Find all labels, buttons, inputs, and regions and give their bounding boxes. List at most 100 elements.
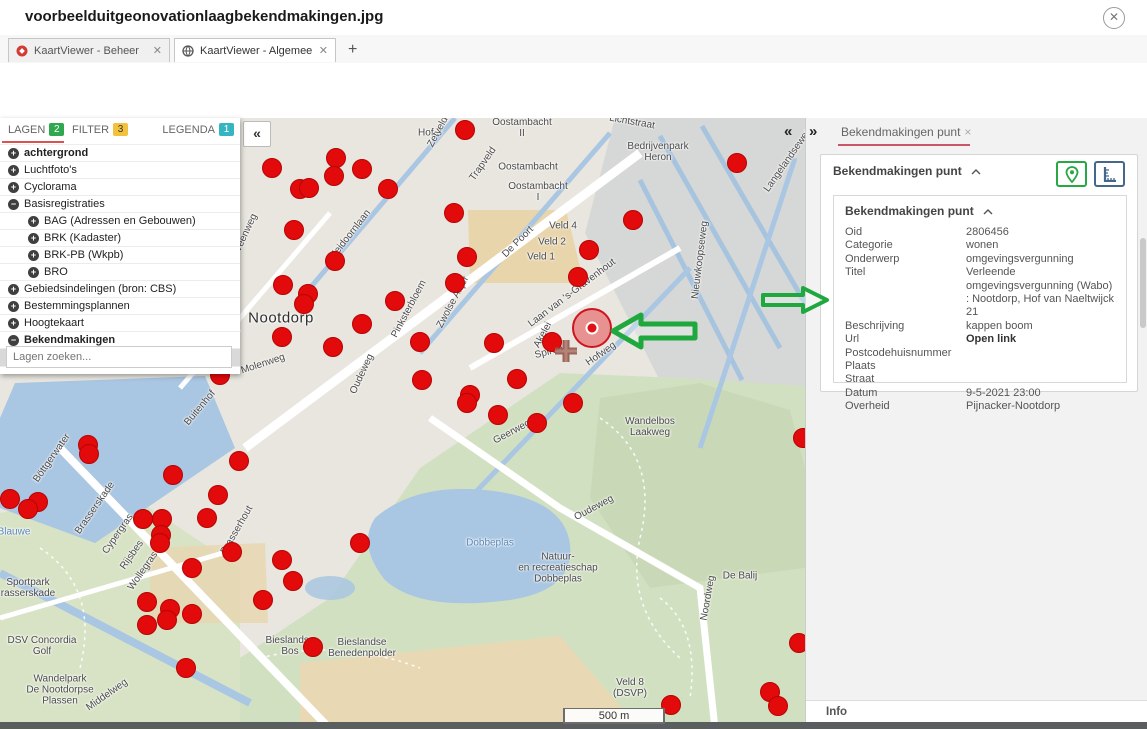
sidebar-collapse-button[interactable]: «	[243, 121, 271, 147]
announcement-dot[interactable]	[208, 485, 228, 505]
chevron-up-icon[interactable]	[983, 209, 993, 215]
layer-collapse-icon[interactable]: −	[8, 335, 19, 346]
announcement-dot[interactable]	[727, 153, 747, 173]
layer-expand-icon[interactable]: +	[28, 216, 39, 227]
layer-expand-icon[interactable]: +	[8, 284, 19, 295]
layer-expand-icon[interactable]: +	[8, 148, 19, 159]
announcement-dot[interactable]	[323, 337, 343, 357]
layer-row[interactable]: +achtergrond	[0, 145, 240, 162]
layer-collapse-icon[interactable]: −	[8, 199, 19, 210]
window-close-icon[interactable]: ✕	[1103, 7, 1125, 29]
announcement-dot[interactable]	[410, 332, 430, 352]
announcement-dot[interactable]	[182, 558, 202, 578]
layer-row[interactable]: +Hoogtekaart	[0, 315, 240, 332]
announcement-dot[interactable]	[272, 327, 292, 347]
announcement-dot[interactable]	[444, 203, 464, 223]
announcement-dot[interactable]	[137, 592, 157, 612]
announcement-dot[interactable]	[455, 120, 475, 140]
announcement-dot[interactable]	[527, 413, 547, 433]
layer-label: Bekendmakingen	[24, 334, 115, 346]
announcement-dot[interactable]	[789, 633, 805, 653]
info-section-header[interactable]: Info	[806, 700, 1147, 722]
announcement-dot[interactable]	[445, 273, 465, 293]
layer-row[interactable]: +BRK-PB (Wkpb)	[0, 247, 240, 264]
tab-filter[interactable]: FILTER 3	[72, 123, 128, 136]
new-tab-icon[interactable]: +	[348, 41, 357, 59]
announcement-dot[interactable]	[568, 267, 588, 287]
announcement-dot[interactable]	[253, 590, 273, 610]
announcement-dot[interactable]	[412, 370, 432, 390]
tab-close-icon[interactable]: ✕	[319, 44, 328, 57]
announcement-dot[interactable]	[222, 542, 242, 562]
layer-row[interactable]: +BRO	[0, 264, 240, 281]
announcement-dot[interactable]	[163, 465, 183, 485]
announcement-dot[interactable]	[326, 148, 346, 168]
layer-expand-icon[interactable]: +	[28, 267, 39, 278]
layer-expand-icon[interactable]: +	[28, 233, 39, 244]
panel-collapse-left-icon[interactable]: «	[784, 123, 792, 140]
announcement-dot[interactable]	[157, 610, 177, 630]
announcement-dot[interactable]	[229, 451, 249, 471]
tab-legenda[interactable]: LEGENDA 1	[162, 123, 234, 136]
announcement-dot[interactable]	[457, 393, 477, 413]
browser-tab-algemeen[interactable]: KaartViewer - Algemeen ✕	[174, 38, 336, 62]
layer-expand-icon[interactable]: +	[28, 250, 39, 261]
announcement-dot[interactable]	[385, 291, 405, 311]
layer-row[interactable]: +BRK (Kadaster)	[0, 230, 240, 247]
tab-lagen[interactable]: LAGEN 2	[8, 123, 64, 136]
layer-row[interactable]: +Cyclorama	[0, 179, 240, 196]
layer-search-input[interactable]	[6, 346, 232, 368]
announcement-dot[interactable]	[352, 159, 372, 179]
announcement-dot[interactable]	[0, 489, 20, 509]
measure-button[interactable]	[1094, 161, 1125, 187]
announcement-dot[interactable]	[303, 637, 323, 657]
announcement-dot[interactable]	[176, 658, 196, 678]
announcement-dot[interactable]	[137, 615, 157, 635]
panel-scrollbar[interactable]	[1140, 238, 1146, 328]
announcement-dot[interactable]	[768, 696, 788, 716]
panel-tab-bekendmakingen-punt[interactable]: Bekendmakingen punt×	[841, 125, 971, 139]
feature-attributes-title: Bekendmakingen punt	[845, 204, 993, 218]
announcement-dot[interactable]	[350, 533, 370, 553]
field-value[interactable]: Open link	[966, 333, 1118, 346]
tab-close-icon[interactable]: ✕	[153, 44, 162, 57]
announcement-dot[interactable]	[299, 178, 319, 198]
announcement-dot[interactable]	[325, 251, 345, 271]
announcement-dot[interactable]	[563, 393, 583, 413]
layer-expand-icon[interactable]: +	[8, 182, 19, 193]
layer-row[interactable]: −Basisregistraties	[0, 196, 240, 213]
announcement-dot[interactable]	[488, 405, 508, 425]
announcement-dot[interactable]	[197, 508, 217, 528]
announcement-dot[interactable]	[182, 604, 202, 624]
announcement-dot[interactable]	[378, 179, 398, 199]
panel-collapse-right-icon[interactable]: »	[809, 123, 817, 140]
announcement-dot[interactable]	[324, 166, 344, 186]
announcement-dot[interactable]	[352, 314, 372, 334]
layer-row[interactable]: +Luchtfoto's	[0, 162, 240, 179]
announcement-dot[interactable]	[623, 210, 643, 230]
announcement-dot[interactable]	[283, 571, 303, 591]
announcement-dot[interactable]	[79, 444, 99, 464]
chevron-up-icon[interactable]	[971, 169, 981, 175]
announcement-dot[interactable]	[133, 509, 153, 529]
panel-tab-close-icon[interactable]: ×	[964, 125, 971, 139]
announcement-dot[interactable]	[579, 240, 599, 260]
announcement-dot[interactable]	[284, 220, 304, 240]
zoom-to-feature-button[interactable]	[1056, 161, 1087, 187]
announcement-dot[interactable]	[457, 247, 477, 267]
announcement-dot[interactable]	[272, 550, 292, 570]
announcement-dot[interactable]	[507, 369, 527, 389]
layer-expand-icon[interactable]: +	[8, 301, 19, 312]
announcement-dot[interactable]	[150, 533, 170, 553]
layer-row[interactable]: +Bestemmingsplannen	[0, 298, 240, 315]
announcement-dot[interactable]	[273, 275, 293, 295]
layer-row[interactable]: +Gebiedsindelingen (bron: CBS)	[0, 281, 240, 298]
announcement-dot[interactable]	[18, 499, 38, 519]
layer-row[interactable]: +BAG (Adressen en Gebouwen)	[0, 213, 240, 230]
layer-expand-icon[interactable]: +	[8, 165, 19, 176]
announcement-dot[interactable]	[294, 294, 314, 314]
browser-tab-beheer[interactable]: KaartViewer - Beheer ✕	[8, 38, 170, 62]
announcement-dot[interactable]	[484, 333, 504, 353]
announcement-dot[interactable]	[262, 158, 282, 178]
layer-expand-icon[interactable]: +	[8, 318, 19, 329]
